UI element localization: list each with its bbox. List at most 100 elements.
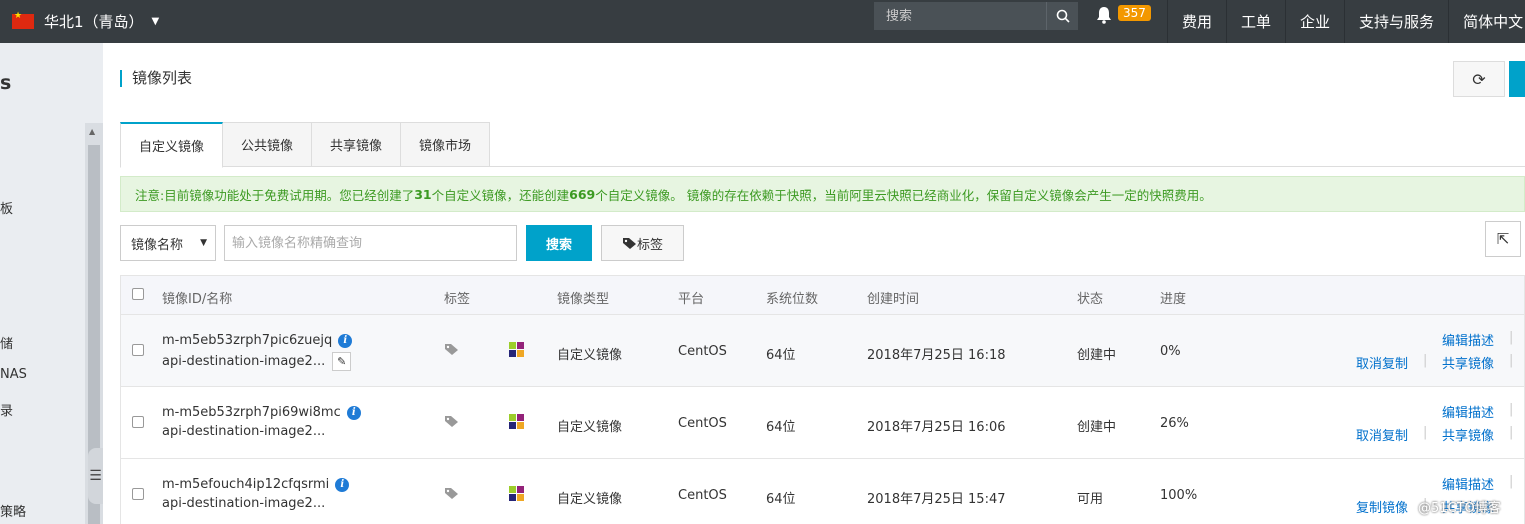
search-button[interactable]: 搜索 [526, 225, 592, 261]
info-icon[interactable]: i [338, 333, 353, 348]
nav-billing[interactable]: 费用 [1167, 0, 1226, 43]
image-type: 自定义镜像 [557, 420, 623, 435]
row-checkbox[interactable] [132, 488, 144, 500]
col-type: 镜像类型 [557, 292, 610, 307]
table-row: m-m5eb53zrph7pi69wi8mc i api-destination… [120, 387, 1525, 459]
sidebar-item-storage[interactable]: 储 [0, 333, 13, 352]
tab-shared-images[interactable]: 共享镜像 [312, 122, 402, 167]
create-button[interactable] [1509, 61, 1525, 97]
image-id-line: m-m5efouch4ip12cfqsrmi i [162, 477, 350, 492]
row-checkbox[interactable] [132, 416, 144, 428]
action-separator: | [1509, 402, 1514, 417]
notice-text-2: 个自定义镜像，还能创建 [431, 187, 570, 203]
global-search-input[interactable] [874, 2, 1046, 30]
col-progress: 进度 [1160, 292, 1187, 307]
copy-action-link[interactable]: 取消复制 [1356, 425, 1408, 444]
china-flag-icon [12, 11, 34, 29]
notice-text-3: 个自定义镜像。 镜像的存在依赖于快照，当前阿里云快照已经商业化，保留自定义镜像会… [595, 187, 1212, 203]
notice-created-count: 31 [414, 186, 432, 202]
tag-filter-button[interactable]: 标签 [601, 225, 684, 261]
image-name-line: api-destination-image2... [162, 424, 325, 439]
nav-enterprise[interactable]: 企业 [1285, 0, 1344, 43]
caret-down-icon: ▼ [200, 238, 207, 248]
table-header: 镜像ID/名称 标签 镜像类型 平台 系统位数 创建时间 状态 进度 [120, 275, 1525, 315]
centos-icon [509, 342, 525, 358]
image-name-line: api-destination-image2... [162, 496, 325, 511]
created-time: 2018年7月25日 16:06 [867, 420, 1006, 435]
image-id: m-m5eb53zrph7pi69wi8mc [162, 405, 341, 420]
copy-action-link[interactable]: 复制镜像 [1356, 497, 1408, 516]
tag-icon[interactable] [444, 415, 460, 432]
copy-action-link[interactable]: 取消复制 [1356, 353, 1408, 372]
image-id-line: m-m5eb53zrph7pi69wi8mc i [162, 405, 361, 420]
nav-language[interactable]: 简体中文 [1448, 0, 1525, 43]
image-name-input[interactable] [224, 225, 517, 261]
action-separator: | [1423, 425, 1428, 440]
tab-custom-images[interactable]: 自定义镜像 [120, 122, 224, 168]
sidebar-item-panel[interactable]: 板 [0, 198, 13, 217]
platform: CentOS [678, 416, 727, 431]
action-separator: | [1509, 425, 1514, 440]
tab-image-market[interactable]: 镜像市场 [401, 122, 491, 167]
action-separator: | [1509, 353, 1514, 368]
main-content: 镜像列表 ⟳ 自定义镜像 公共镜像 共享镜像 镜像市场 注意:目前镜像功能处于免… [103, 43, 1525, 524]
tag-icon[interactable] [444, 487, 460, 504]
image-name-line: api-destination-image2... ✎ [162, 352, 352, 371]
nav-support[interactable]: 支持与服务 [1344, 0, 1448, 43]
region-selector[interactable]: 华北1（青岛） ▼ [12, 0, 159, 43]
image-name: api-destination-image2... [162, 496, 326, 511]
info-icon[interactable]: i [346, 405, 361, 420]
bell-icon[interactable] [1096, 6, 1112, 28]
row-checkbox[interactable] [132, 344, 144, 356]
col-created: 创建时间 [867, 292, 920, 307]
sidebar-item-record[interactable]: 录 [0, 400, 13, 419]
sidebar-item-policy[interactable]: 策略 [0, 501, 26, 520]
progress: 0% [1160, 344, 1181, 359]
table-row: m-m5eb53zrph7pic6zuejq i api-destination… [120, 315, 1525, 387]
action-separator: | [1509, 474, 1514, 489]
export-button[interactable]: ⇱ [1485, 221, 1521, 257]
refresh-icon: ⟳ [1472, 69, 1486, 89]
filter-field-select[interactable]: 镜像名称 ▼ [120, 225, 216, 261]
status: 创建中 [1077, 348, 1117, 363]
export-icon: ⇱ [1496, 230, 1510, 248]
notification-count-badge[interactable]: 357 [1118, 5, 1151, 21]
sidebar-title: s [0, 71, 12, 94]
created-time: 2018年7月25日 16:18 [867, 348, 1006, 363]
scroll-up-icon[interactable]: ▲ [89, 127, 95, 136]
notice-text-1: 注意:目前镜像功能处于免费试用期。您已经创建了 [135, 187, 415, 203]
nav-tickets[interactable]: 工单 [1226, 0, 1285, 43]
edit-name-icon[interactable]: ✎ [332, 352, 352, 371]
tab-public-images[interactable]: 公共镜像 [223, 122, 313, 167]
edit-description-link[interactable]: 编辑描述 [1442, 330, 1494, 349]
status: 创建中 [1077, 420, 1117, 435]
centos-icon [509, 414, 525, 430]
image-type: 自定义镜像 [557, 492, 623, 507]
top-nav: 费用 工单 企业 支持与服务 简体中文 [1167, 0, 1525, 43]
share-image-link[interactable]: 共享镜像 [1442, 425, 1494, 444]
sidebar-item-nas[interactable]: NAS [0, 367, 27, 382]
image-name: api-destination-image2... [162, 424, 326, 439]
image-table: 镜像ID/名称 标签 镜像类型 平台 系统位数 创建时间 状态 进度 m-m5e… [120, 275, 1525, 524]
region-label: 华北1（青岛） [44, 13, 144, 31]
sidebar-collapse-handle[interactable]: ☰ [88, 448, 103, 504]
select-all-checkbox[interactable] [132, 288, 144, 300]
image-name: api-destination-image2... [162, 354, 326, 369]
top-bar: 华北1（青岛） ▼ 357 费用 工单 企业 支持与服务 简体中文 [0, 0, 1525, 43]
progress: 100% [1160, 488, 1198, 503]
info-icon[interactable]: i [335, 477, 350, 492]
tag-filter-label: 标签 [636, 237, 663, 253]
global-search [874, 2, 1078, 30]
refresh-button[interactable]: ⟳ [1453, 61, 1505, 97]
filter-field-value: 镜像名称 [131, 237, 184, 253]
tag-icon[interactable] [444, 343, 460, 360]
platform: CentOS [678, 488, 727, 503]
edit-description-link[interactable]: 编辑描述 [1442, 474, 1494, 493]
search-icon[interactable] [1046, 2, 1078, 30]
col-status: 状态 [1077, 292, 1104, 307]
sidebar: s 板 储 NAS 录 策略 ▲ ☰ [0, 43, 103, 524]
edit-description-link[interactable]: 编辑描述 [1442, 402, 1494, 421]
share-image-link[interactable]: 共享镜像 [1442, 353, 1494, 372]
notice-remaining-count: 669 [569, 186, 596, 202]
progress: 26% [1160, 416, 1189, 431]
